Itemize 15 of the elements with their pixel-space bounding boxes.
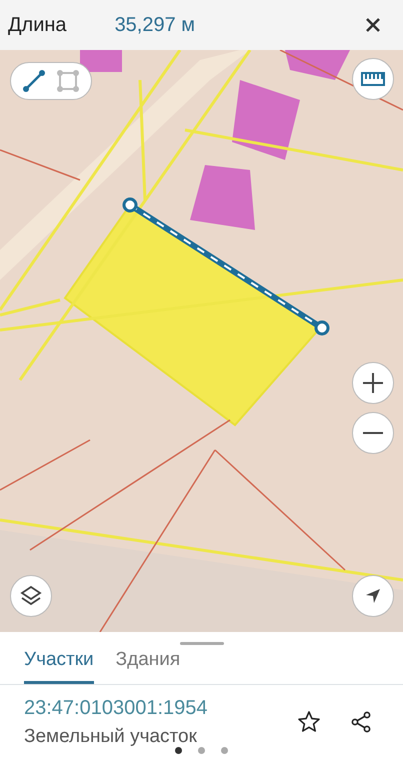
ruler-icon [361,72,385,86]
tab[interactable]: Участки [24,632,94,684]
share-icon [349,710,373,734]
minus-icon [362,431,384,435]
plus-icon [362,372,384,394]
close-icon [365,16,381,33]
drag-handle[interactable] [180,642,224,645]
cadastral-number: 23:47:0103001:1954 [24,696,208,720]
measure-label: Длина [8,13,67,38]
tab[interactable]: Здания [116,632,180,684]
measure-value: 35,297 м [114,13,196,38]
navigation-arrow-icon [365,588,381,604]
layers-icon [20,585,42,607]
parcel-type: Земельный участок [24,724,198,748]
line-mode-button[interactable] [21,68,47,94]
